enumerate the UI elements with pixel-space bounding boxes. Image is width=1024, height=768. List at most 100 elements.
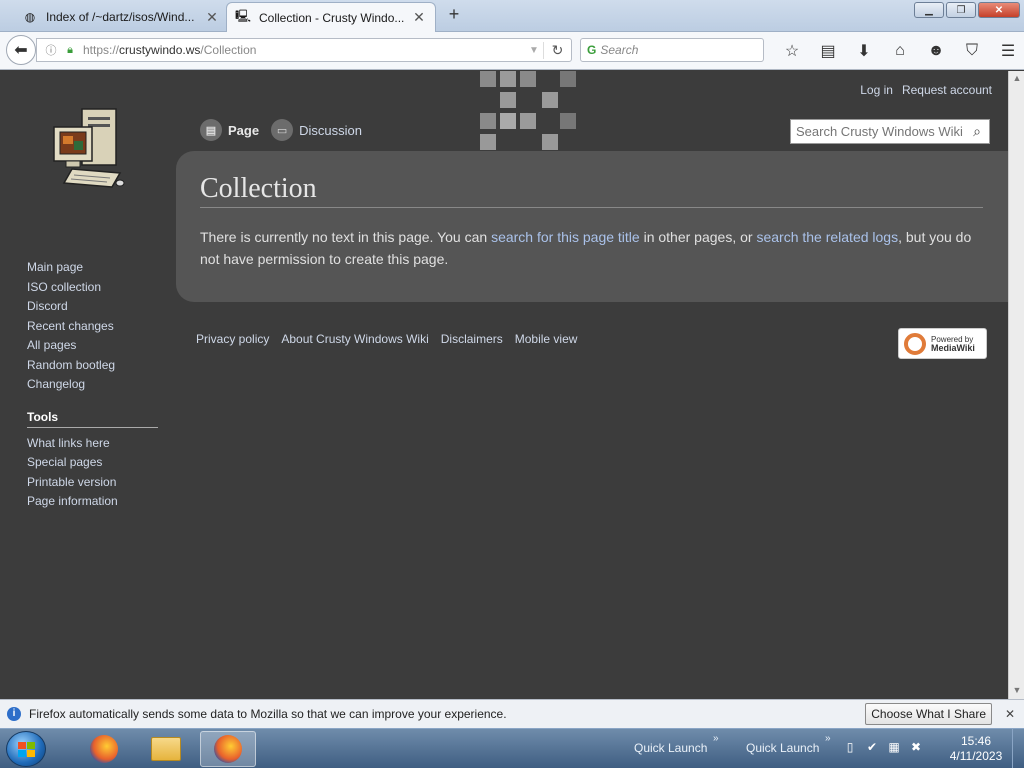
choose-what-i-share-button[interactable]: Choose What I Share [865, 703, 992, 725]
chevron-down-icon[interactable]: ▼ [525, 45, 543, 56]
tools-heading: Tools [27, 410, 158, 428]
footer-disclaimers-link[interactable]: Disclaimers [441, 332, 503, 346]
sidebar-item-discord[interactable]: Discord [27, 297, 158, 317]
sidebar-item-random-bootleg[interactable]: Random bootleg [27, 356, 158, 376]
request-account-link[interactable]: Request account [902, 83, 992, 97]
info-icon: i [7, 707, 21, 721]
folder-icon [151, 737, 181, 761]
lock-icon[interactable]: 🔒︎ [63, 44, 77, 57]
firefox-icon [214, 735, 242, 763]
page-viewport: Log in Request account ▤ Page ▭ Discussi… [0, 71, 1008, 699]
search-title-link[interactable]: search for this page title [491, 229, 640, 245]
sidebar-item-changelog[interactable]: Changelog [27, 375, 158, 395]
clock[interactable]: 15:46 4/11/2023 [946, 734, 1006, 764]
tab-discussion-label: Discussion [299, 122, 362, 138]
tab-page[interactable]: ▤ Page [200, 119, 259, 141]
vertical-scrollbar[interactable]: ▲ ▼ [1008, 71, 1024, 699]
page-body: There is currently no text in this page.… [200, 229, 972, 267]
wiki-search: ⌕ [790, 119, 990, 144]
new-tab-button[interactable]: + [444, 4, 464, 28]
discussion-icon: ▭ [271, 119, 294, 141]
sidebar-item-printable-version[interactable]: Printable version [27, 473, 158, 493]
taskbar-explorer[interactable] [138, 731, 194, 767]
close-tab-icon[interactable]: ✕ [411, 9, 427, 26]
taskbar-firefox-window[interactable] [200, 731, 256, 767]
footer-about-link[interactable]: About Crusty Windows Wiki [281, 332, 428, 346]
sidebar-item-main-page[interactable]: Main page [27, 258, 158, 278]
reading-list-icon[interactable]: ▤ [810, 40, 846, 62]
powered-by-mediawiki-badge[interactable]: Powered by MediaWiki [898, 328, 987, 359]
search-engine-icon[interactable]: G [587, 43, 596, 57]
back-button[interactable]: ⬅ [6, 35, 36, 65]
site-logo[interactable] [50, 107, 126, 195]
tab-page-label: Page [228, 122, 260, 138]
quick-launch-toolbar[interactable]: Quick Launch [746, 741, 819, 755]
data-reporting-notification: i Firefox automatically sends some data … [0, 699, 1024, 728]
scroll-down-icon[interactable]: ▼ [1011, 685, 1023, 697]
page-tabs: ▤ Page ▭ Discussion [200, 119, 362, 141]
close-tab-icon[interactable]: ✕ [204, 9, 220, 26]
login-link[interactable]: Log in [860, 83, 893, 97]
home-icon[interactable]: ⌂ [882, 40, 918, 62]
sidebar-item-all-pages[interactable]: All pages [27, 336, 158, 356]
footer-privacy-link[interactable]: Privacy policy [196, 332, 269, 346]
url-bar[interactable]: ⓘ 🔒︎ https://crustywindo.ws/Collection ▼… [36, 38, 572, 62]
volume-muted-icon[interactable]: ✖ [908, 739, 924, 755]
browser-search-input[interactable]: G Search [580, 38, 764, 62]
chevron-right-icon[interactable]: » [713, 733, 719, 744]
system-tray: ▯ ✔ ▦ ✖ [842, 739, 924, 755]
sidebar-item-iso-collection[interactable]: ISO collection [27, 278, 158, 298]
tab-collection[interactable]: 🖳 Collection - Crusty Windo... ✕ [226, 2, 436, 32]
sidebar-item-recent-changes[interactable]: Recent changes [27, 317, 158, 337]
maximize-button[interactable]: ❐ [946, 2, 976, 18]
reload-icon[interactable]: ↻ [543, 41, 571, 59]
taskbar: Quick Launch » Quick Launch » ▯ ✔ ▦ ✖ 15… [0, 728, 1024, 768]
search-logs-link[interactable]: search the related logs [756, 229, 898, 245]
tab-discussion[interactable]: ▭ Discussion [271, 119, 362, 141]
sidebar-item-special-pages[interactable]: Special pages [27, 453, 158, 473]
page-icon: ▤ [200, 119, 222, 141]
network-icon[interactable]: ▦ [886, 739, 902, 755]
clock-date: 4/11/2023 [949, 749, 1003, 763]
search-icon[interactable]: ⌕ [965, 123, 989, 140]
arrow-left-icon: ⬅ [14, 42, 28, 59]
tab-title: Collection - Crusty Windo... [259, 10, 405, 25]
content-panel: Collection There is currently no text in… [176, 151, 1008, 302]
show-desktop-button[interactable] [1012, 729, 1024, 768]
document-icon[interactable]: ▯ [842, 739, 858, 755]
personal-tools: Log in Request account [860, 83, 992, 97]
footer-mobile-link[interactable]: Mobile view [515, 332, 578, 346]
hello-chat-icon[interactable]: ☻ [918, 40, 954, 62]
quick-launch-toolbar[interactable]: Quick Launch [634, 741, 707, 755]
security-shield-icon[interactable]: ✔ [864, 739, 880, 755]
notification-message: Firefox automatically sends some data to… [29, 707, 507, 721]
minimize-button[interactable]: ▁ [914, 2, 944, 18]
scroll-up-icon[interactable]: ▲ [1011, 73, 1023, 85]
info-icon[interactable]: ⓘ [43, 42, 59, 58]
computer-favicon-icon: 🖳 [235, 9, 252, 23]
wiki-search-input[interactable] [791, 121, 965, 142]
checker-decoration [478, 71, 598, 151]
windows-logo-icon [18, 742, 36, 758]
clock-time: 15:46 [960, 734, 992, 748]
footer-links: Privacy policy About Crusty Windows Wiki… [196, 332, 577, 346]
toolbar-icons: ☆ ▤ ⬇ ⌂ ☻ ⛉ ☰ [774, 40, 1024, 62]
search-placeholder: Search [600, 43, 639, 57]
bookmark-star-icon[interactable]: ☆ [774, 40, 810, 62]
tab-title: Index of /~dartz/isos/Wind... [46, 10, 195, 24]
taskbar-firefox-pinned[interactable] [76, 731, 132, 767]
page-title: Collection [200, 173, 983, 208]
start-button[interactable] [6, 731, 46, 767]
nav-toolbar: ⬅ ⓘ 🔒︎ https://crustywindo.ws/Collection… [0, 32, 1024, 70]
sidebar-item-page-information[interactable]: Page information [27, 492, 158, 512]
chevron-right-icon[interactable]: » [825, 733, 831, 744]
sidebar-item-what-links-here[interactable]: What links here [27, 434, 158, 454]
close-window-button[interactable]: ✕ [978, 2, 1020, 18]
url-text[interactable]: https://crustywindo.ws/Collection [83, 43, 525, 57]
pocket-icon[interactable]: ⛉ [954, 40, 990, 62]
menu-icon[interactable]: ☰ [990, 40, 1024, 62]
close-icon[interactable]: ✕ [1002, 707, 1018, 721]
retro-computer-icon [53, 108, 125, 188]
download-icon[interactable]: ⬇ [846, 40, 882, 62]
tab-index-dartz[interactable]: ◍ Index of /~dartz/isos/Wind... ✕ [14, 2, 228, 32]
